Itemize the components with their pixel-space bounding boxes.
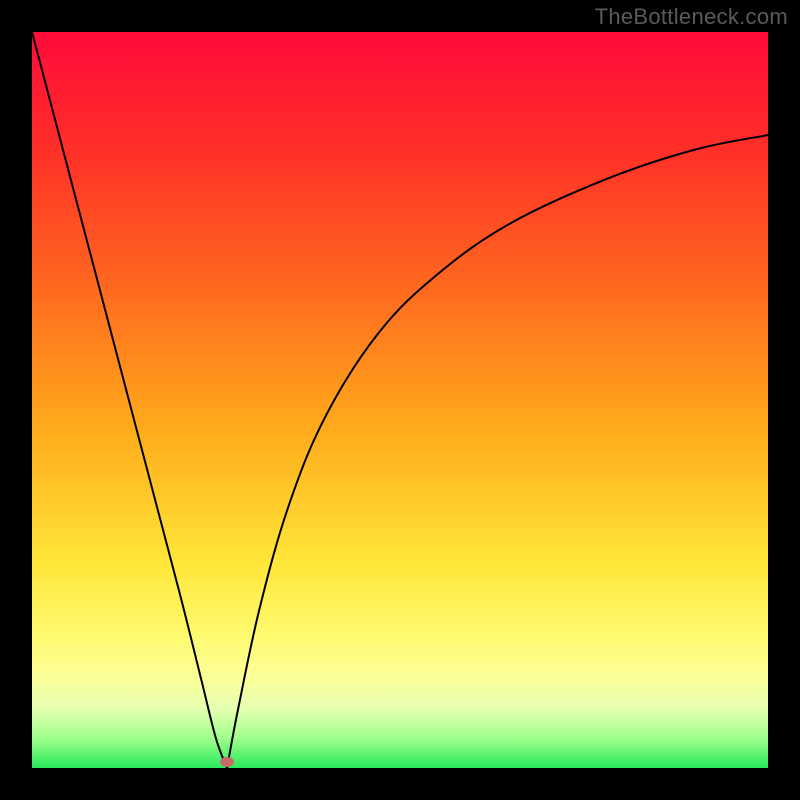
curve-svg: [32, 32, 768, 768]
curve-path: [32, 32, 768, 768]
plot-area: [32, 32, 768, 768]
site-label: TheBottleneck.com: [595, 4, 788, 30]
chart-frame: TheBottleneck.com: [0, 0, 800, 800]
min-marker: [220, 757, 234, 767]
